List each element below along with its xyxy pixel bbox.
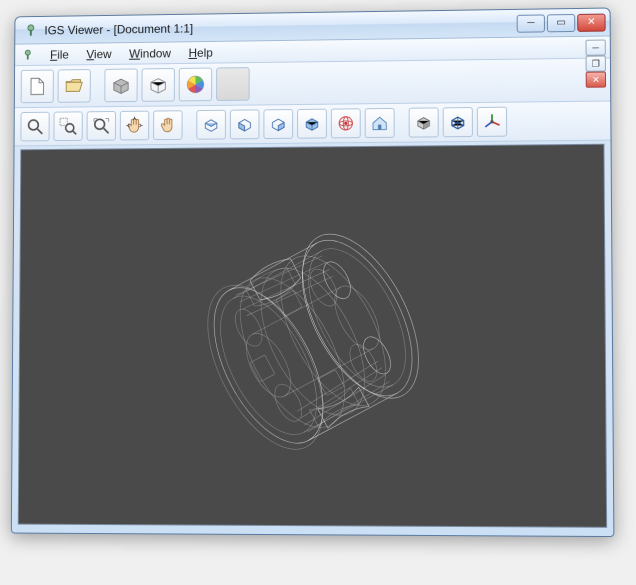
doc-icon (21, 48, 35, 62)
menu-view[interactable]: View (79, 45, 120, 63)
orbit-icon (336, 113, 356, 133)
zoom-area-button[interactable] (53, 111, 82, 141)
mdi-controls: ─ ❐ ✕ (585, 40, 606, 88)
orbit-center-button[interactable] (331, 108, 361, 138)
magnifier-area-icon (58, 116, 78, 136)
view-front-button[interactable] (230, 109, 260, 139)
cube-shaded-icon (414, 112, 434, 132)
render-solid-button[interactable] (409, 107, 439, 137)
window-title: IGS Viewer - [Document 1:1] (44, 16, 516, 37)
color-wheel-button[interactable] (179, 68, 213, 102)
toolbar-primary (15, 58, 610, 108)
view-side-button[interactable] (263, 109, 293, 139)
menu-file[interactable]: File (42, 45, 76, 63)
viewport[interactable] (18, 144, 607, 528)
app-window: IGS Viewer - [Document 1:1] ─ ▭ ✕ File V… (11, 7, 615, 537)
empty-tool-button[interactable] (216, 67, 250, 101)
hand-pan-icon (125, 116, 145, 136)
minimize-button[interactable]: ─ (517, 14, 545, 32)
cube-top-icon (201, 115, 221, 135)
folder-open-icon (63, 75, 85, 97)
pan-button[interactable] (120, 111, 149, 141)
axes-icon (482, 112, 502, 132)
home-icon (370, 113, 390, 133)
view-top-button[interactable] (196, 110, 226, 140)
new-document-button[interactable] (21, 70, 54, 104)
color-wheel-icon (185, 74, 207, 96)
magnifier-icon (25, 117, 45, 137)
shade-wireframe-button[interactable] (141, 68, 174, 102)
cube-front-icon (235, 114, 255, 134)
document-icon (27, 75, 48, 97)
cube-wireframe-icon (448, 112, 468, 132)
axes-gizmo-button[interactable] (477, 107, 507, 137)
mdi-minimize-button[interactable]: ─ (585, 40, 605, 56)
cube-wire-icon (147, 74, 169, 96)
wireframe-model (19, 145, 606, 527)
toolbar-view (15, 102, 611, 147)
view-iso-button[interactable] (297, 109, 327, 139)
home-button[interactable] (365, 108, 395, 138)
close-button[interactable]: ✕ (577, 13, 605, 31)
window-controls: ─ ▭ ✕ (517, 13, 606, 32)
menu-help[interactable]: Help (181, 43, 221, 61)
cube-solid-icon (110, 74, 132, 96)
magnifier-fit-icon (91, 116, 111, 136)
cube-iso-icon (302, 114, 322, 134)
shade-solid-button[interactable] (104, 68, 137, 102)
maximize-button[interactable]: ▭ (547, 13, 575, 31)
zoom-button[interactable] (20, 112, 49, 142)
render-wireframe-button[interactable] (443, 107, 473, 137)
menu-window[interactable]: Window (121, 44, 178, 62)
cube-side-icon (268, 114, 288, 134)
mdi-restore-button[interactable]: ❐ (586, 56, 606, 72)
app-icon (23, 22, 39, 38)
rotate-hand-button[interactable] (153, 110, 183, 140)
open-button[interactable] (58, 69, 91, 103)
hand-icon (158, 115, 178, 135)
mdi-close-button[interactable]: ✕ (586, 72, 606, 88)
zoom-fit-button[interactable] (87, 111, 116, 141)
